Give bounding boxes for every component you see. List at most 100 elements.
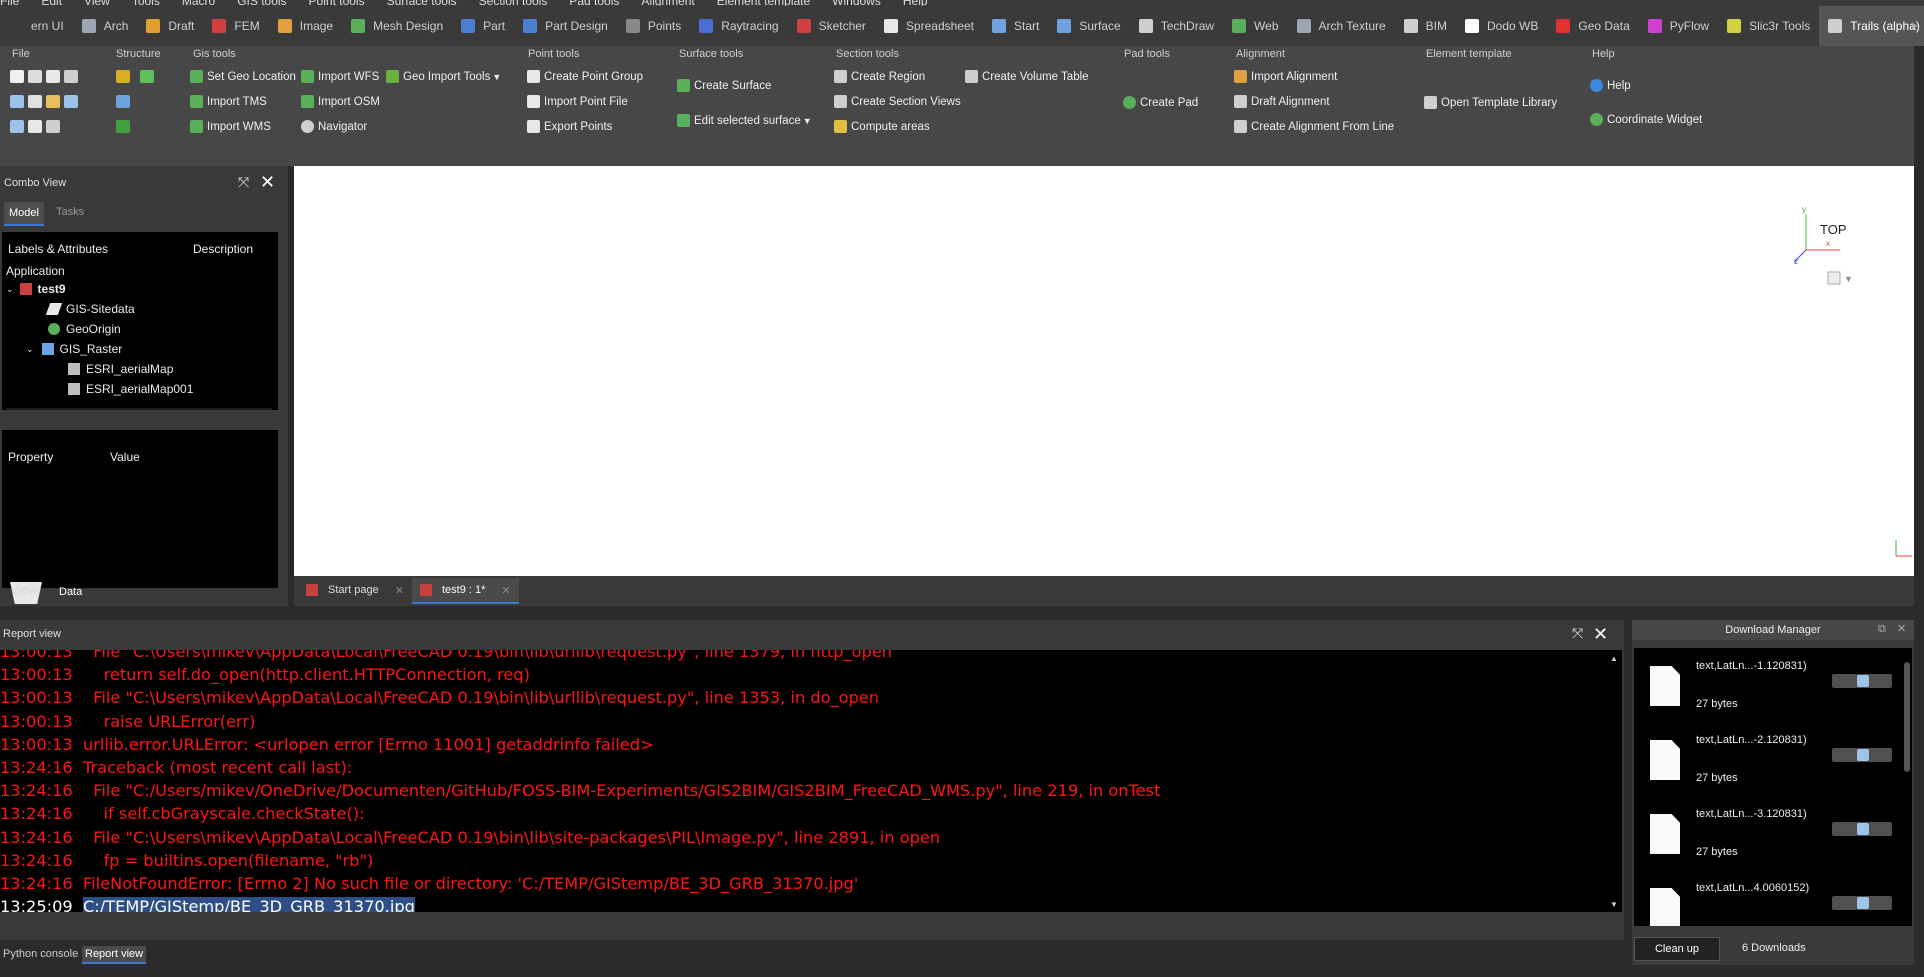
clean-up-button[interactable]: Clean up xyxy=(1634,937,1720,961)
help-button[interactable]: Help xyxy=(1590,79,1631,92)
print-icon[interactable] xyxy=(28,70,42,83)
download-item[interactable]: text,LatLn...-3.120831) 27 bytes xyxy=(1642,802,1898,876)
tree-item-gis-raster[interactable]: ⌄ GIS_Raster xyxy=(26,342,122,356)
geo-import-tools-dropdown[interactable]: Geo Import Tools ▼ xyxy=(386,70,501,83)
download-item[interactable]: text,LatLn...4.0060152) xyxy=(1642,876,1898,926)
close-tab-icon[interactable]: ✕ xyxy=(395,584,404,597)
splitter[interactable] xyxy=(2,410,280,430)
coordinate-widget-button[interactable]: Coordinate Widget xyxy=(1590,113,1702,126)
workbench-tab[interactable]: Sketcher xyxy=(788,6,875,46)
workbench-tab[interactable]: FEM xyxy=(203,6,268,46)
navigation-cube[interactable]: y x z TOP ▼ xyxy=(1794,206,1904,326)
copy-icon[interactable] xyxy=(28,120,42,133)
download-action-button[interactable] xyxy=(1832,822,1892,836)
workbench-tab[interactable]: Slic3r Tools xyxy=(1718,6,1819,46)
workbench-tab[interactable]: Spreadsheet xyxy=(875,6,983,46)
close-tab-icon[interactable]: ✕ xyxy=(501,584,510,597)
create-region-button[interactable]: Create Region xyxy=(834,70,925,83)
tab-test9[interactable]: test9 : 1* ✕ xyxy=(412,578,519,604)
tab-start-page[interactable]: Start page ✕ xyxy=(298,578,412,602)
link-icon[interactable] xyxy=(140,70,154,83)
tab-tasks[interactable]: Tasks xyxy=(56,206,84,218)
create-point-group-button[interactable]: Create Point Group xyxy=(527,70,643,83)
import-alignment-button[interactable]: Import Alignment xyxy=(1234,70,1337,83)
workbench-tab[interactable]: Arch xyxy=(73,6,138,46)
navcube-face-top[interactable]: TOP xyxy=(1820,222,1847,237)
navigator-button[interactable]: Navigator xyxy=(301,120,367,133)
tab-model[interactable]: Model xyxy=(4,202,44,226)
create-pad-button[interactable]: Create Pad xyxy=(1123,96,1198,109)
tree-item-test9[interactable]: ⌄ test9 xyxy=(6,282,66,296)
tab-data[interactable]: Data xyxy=(59,586,82,598)
folder-icon[interactable] xyxy=(116,95,130,108)
refresh-icon[interactable] xyxy=(64,70,78,83)
workbench-tab[interactable]: Raytracing xyxy=(690,6,787,46)
cut-icon[interactable] xyxy=(28,95,42,108)
workbench-tab[interactable]: Web xyxy=(1223,6,1287,46)
workbench-tab[interactable]: TechDraw xyxy=(1130,6,1223,46)
workbench-tab[interactable]: Image xyxy=(269,6,342,46)
tree-item-geoorigin[interactable]: GeoOrigin xyxy=(48,322,121,336)
redo-icon[interactable] xyxy=(46,120,60,133)
close-icon[interactable]: ✕ xyxy=(1593,625,1608,643)
workbench-tab[interactable]: Surface xyxy=(1048,6,1129,46)
structure-icon[interactable] xyxy=(116,70,130,83)
pointer-icon[interactable] xyxy=(64,95,78,108)
workbench-tab[interactable]: Geo Data xyxy=(1547,6,1638,46)
workbench-tab[interactable]: Start xyxy=(983,6,1048,46)
create-section-views-button[interactable]: Create Section Views xyxy=(834,95,961,108)
3d-viewport[interactable]: y x z TOP ▼ xyxy=(294,166,1914,576)
save-icon[interactable] xyxy=(10,120,24,133)
download-action-button[interactable] xyxy=(1832,896,1892,910)
download-item[interactable]: text,LatLn...-1.120831) 27 bytes xyxy=(1642,654,1898,728)
import-tms-button[interactable]: Import TMS xyxy=(190,95,267,108)
undock-icon[interactable]: ⤧ xyxy=(1572,625,1583,642)
download-action-button[interactable] xyxy=(1832,748,1892,762)
alignment-from-line-button[interactable]: Create Alignment From Line xyxy=(1234,120,1394,133)
redo-green-icon[interactable] xyxy=(116,120,130,133)
workbench-tab[interactable]: Trails (alpha) xyxy=(1819,6,1924,46)
scroll-down-icon[interactable]: ▼ xyxy=(1610,900,1618,909)
workbench-tab[interactable]: Part xyxy=(452,6,514,46)
tree-item-esri-aerialmap[interactable]: ESRI_aerialMap xyxy=(68,362,173,376)
report-scrollbar[interactable]: ▲ ▼ xyxy=(1608,650,1622,912)
tab-report-view[interactable]: Report view xyxy=(82,946,147,964)
report-log[interactable]: 13:00:13 File "C:\Users\mikev\AppData\Lo… xyxy=(0,650,1608,912)
import-wfs-button[interactable]: Import WFS xyxy=(301,70,379,83)
workbench-tab[interactable]: Mesh Design xyxy=(342,6,452,46)
set-geo-location-button[interactable]: Set Geo Location xyxy=(190,70,296,83)
create-volume-table-button[interactable]: Create Volume Table xyxy=(965,70,1089,83)
overflow-arrow-icon[interactable]: ▸ xyxy=(1912,18,1924,32)
import-osm-button[interactable]: Import OSM xyxy=(301,95,380,108)
chevron-down-icon[interactable]: ⌄ xyxy=(26,344,34,355)
chevron-down-icon[interactable]: ▼ xyxy=(1844,274,1853,284)
close-icon[interactable]: ✕ xyxy=(1897,622,1906,635)
workbench-tab[interactable]: Part Design xyxy=(514,6,617,46)
create-surface-button[interactable]: Create Surface xyxy=(677,79,771,92)
edit-surface-dropdown[interactable]: Edit selected surface ▼ xyxy=(677,114,812,127)
undo-icon[interactable] xyxy=(46,95,60,108)
export-points-button[interactable]: Export Points xyxy=(527,120,612,133)
workbench-tab[interactable]: PyFlow xyxy=(1639,6,1718,46)
view-menu-icon[interactable] xyxy=(1827,271,1841,285)
open-icon[interactable] xyxy=(10,95,24,108)
tab-view[interactable]: View xyxy=(10,582,42,604)
workbench-tab[interactable]: BIM xyxy=(1395,6,1456,46)
import-point-file-button[interactable]: Import Point File xyxy=(527,95,628,108)
tree-item-gis-sitedata[interactable]: GIS-Sitedata xyxy=(45,302,135,316)
undock-icon[interactable]: ⤧ xyxy=(238,174,249,191)
scroll-up-icon[interactable]: ▲ xyxy=(1610,654,1618,663)
close-icon[interactable]: ✕ xyxy=(260,173,275,191)
document-icon[interactable] xyxy=(46,70,60,83)
new-file-icon[interactable] xyxy=(10,70,24,83)
chevron-down-icon[interactable]: ⌄ xyxy=(6,284,14,295)
download-action-button[interactable] xyxy=(1832,674,1892,688)
download-scrollbar[interactable] xyxy=(1902,648,1912,926)
download-item[interactable]: text,LatLn...-2.120831) 27 bytes xyxy=(1642,728,1898,802)
undock-icon[interactable]: ⧉ xyxy=(1878,623,1886,636)
draft-alignment-button[interactable]: Draft Alignment xyxy=(1234,95,1330,108)
workbench-tab[interactable]: Dodo WB xyxy=(1456,6,1547,46)
tab-python-console[interactable]: Python console xyxy=(0,946,81,962)
tree-item-esri-aerialmap001[interactable]: ESRI_aerialMap001 xyxy=(68,382,193,396)
compute-areas-button[interactable]: Compute areas xyxy=(834,120,930,133)
